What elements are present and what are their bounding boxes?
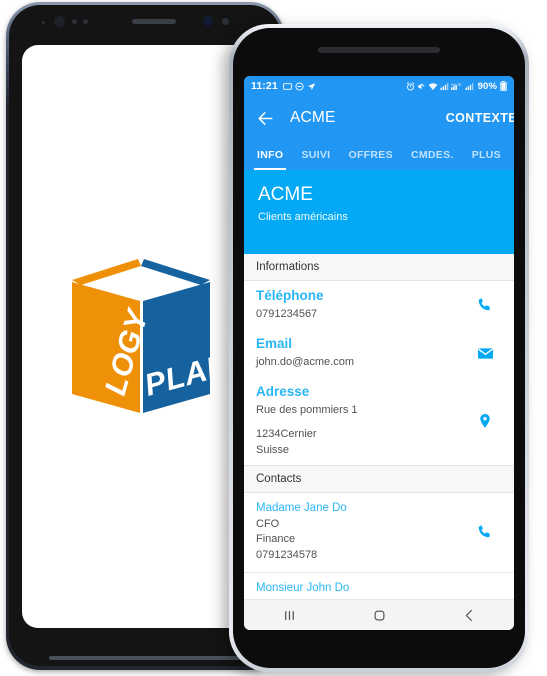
battery-percent-label: 90%	[477, 80, 497, 92]
envelope-icon[interactable]	[468, 344, 502, 363]
phone-icon[interactable]	[468, 523, 502, 541]
back-icon[interactable]	[449, 602, 489, 628]
back-phone-bottom-accent	[49, 656, 241, 660]
signal2-icon	[465, 82, 473, 90]
back-sensor-dot-2	[72, 19, 77, 24]
home-icon[interactable]	[359, 602, 399, 628]
contact-row-jane-do[interactable]: Madame Jane Do CFO Finance 0791234578	[244, 493, 514, 573]
home-glyph	[374, 610, 384, 620]
contact-john-main: Monsieur John Do	[256, 581, 468, 597]
contact-name: Madame Jane Do	[256, 502, 347, 515]
do-not-disturb-icon	[295, 81, 304, 91]
info-row-email[interactable]: Email john.do@acme.com	[244, 328, 514, 377]
status-bar-right-icons: VoLTE 90%	[406, 81, 507, 92]
telephone-label: Téléphone	[256, 288, 324, 303]
page-title: ACME	[290, 109, 336, 126]
back-iris-sensor-icon	[203, 16, 213, 26]
adresse-city: 1234Cernier	[256, 428, 317, 441]
back-earpiece-speaker	[132, 19, 176, 24]
tab-bar: INFO SUIVI OFFRES CMDES. PLUS	[244, 140, 514, 170]
company-name: ACME	[258, 184, 313, 205]
screenshot-root: LOGY PLAN 11:21 VoLTE 90% ACME CONTEXTE …	[0, 0, 547, 676]
company-hero-banner: ACME Clients américains	[244, 170, 514, 254]
info-row-telephone[interactable]: Téléphone 0791234567	[244, 281, 514, 329]
tab-plus[interactable]: PLUS	[463, 140, 510, 170]
email-value: john.do@acme.com	[256, 355, 354, 368]
alarm-icon	[406, 81, 414, 91]
info-row-email-main: Email john.do@acme.com	[256, 336, 468, 371]
navigation-icon	[307, 82, 315, 90]
tab-info[interactable]: INFO	[248, 140, 292, 170]
recents-glyph	[284, 610, 294, 620]
status-bar: 11:21 VoLTE 90%	[244, 76, 514, 96]
app-bar: ACME CONTEXTE	[244, 96, 514, 140]
android-navigation-bar	[244, 599, 514, 630]
map-pin-glyph	[480, 414, 490, 429]
back-arrow-icon[interactable]	[254, 107, 276, 129]
tab-suivi[interactable]: SUIVI	[292, 140, 339, 170]
content-scroll-area[interactable]: ACME Clients américains Informations Tél…	[244, 170, 514, 599]
tab-cmdes[interactable]: CMDES.	[402, 140, 463, 170]
mute-icon	[417, 82, 425, 90]
signal-icon	[440, 82, 448, 90]
section-header-informations: Informations	[244, 254, 514, 281]
info-row-adresse[interactable]: Adresse Rue des pommiers 1 1234Cernier S…	[244, 376, 514, 466]
back-front-camera-icon	[54, 16, 65, 27]
phone-glyph	[478, 298, 490, 311]
contexte-button[interactable]: CONTEXTE	[446, 111, 514, 125]
front-phone-screen: 11:21 VoLTE 90% ACME CONTEXTE INFO SUIVI…	[244, 76, 514, 630]
status-bar-left-icons	[282, 81, 316, 91]
status-bar-time: 11:21	[251, 80, 278, 92]
recents-icon[interactable]	[269, 602, 309, 628]
tab-offres[interactable]: OFFRES	[339, 140, 402, 170]
lte-icon: VoLTE	[450, 82, 462, 90]
front-phone: 11:21 VoLTE 90% ACME CONTEXTE INFO SUIVI…	[229, 24, 529, 672]
map-pin-icon[interactable]	[468, 412, 502, 430]
section-header-contacts: Contacts	[244, 465, 514, 494]
phone-icon[interactable]	[468, 296, 502, 314]
contact-phone: 0791234578	[256, 548, 318, 561]
company-category: Clients américains	[258, 210, 348, 223]
adresse-street: Rue des pommiers 1	[256, 403, 358, 416]
contact-department: Finance	[256, 533, 296, 546]
adresse-country: Suisse	[256, 444, 290, 457]
info-row-adresse-main: Adresse Rue des pommiers 1 1234Cernier S…	[256, 384, 468, 460]
info-row-telephone-main: Téléphone 0791234567	[256, 288, 468, 323]
screencast-icon	[282, 82, 292, 90]
contact-role: CFO	[256, 517, 280, 530]
phone-glyph	[478, 525, 490, 538]
logyplan-logo: LOGY PLAN	[58, 249, 234, 425]
contact-name: Monsieur John Do	[256, 582, 350, 594]
back-sensor-dot-4	[222, 18, 229, 25]
back-sensor-dot-3	[83, 19, 88, 24]
front-earpiece-speaker	[318, 47, 440, 53]
email-label: Email	[256, 335, 293, 351]
wifi-icon	[428, 82, 438, 90]
battery-icon	[500, 81, 507, 91]
adresse-gap	[256, 418, 468, 427]
back-arrow-glyph	[257, 111, 273, 125]
back-glyph	[465, 609, 472, 621]
envelope-glyph	[477, 348, 493, 359]
telephone-value: 0791234567	[256, 307, 318, 320]
adresse-label: Adresse	[256, 383, 310, 399]
contact-row-john-do[interactable]: Monsieur John Do	[244, 573, 514, 599]
contact-jane-main: Madame Jane Do CFO Finance 0791234578	[256, 501, 468, 563]
back-sensor-dot-1	[42, 21, 45, 24]
front-phone-body: 11:21 VoLTE 90% ACME CONTEXTE INFO SUIVI…	[233, 28, 525, 668]
